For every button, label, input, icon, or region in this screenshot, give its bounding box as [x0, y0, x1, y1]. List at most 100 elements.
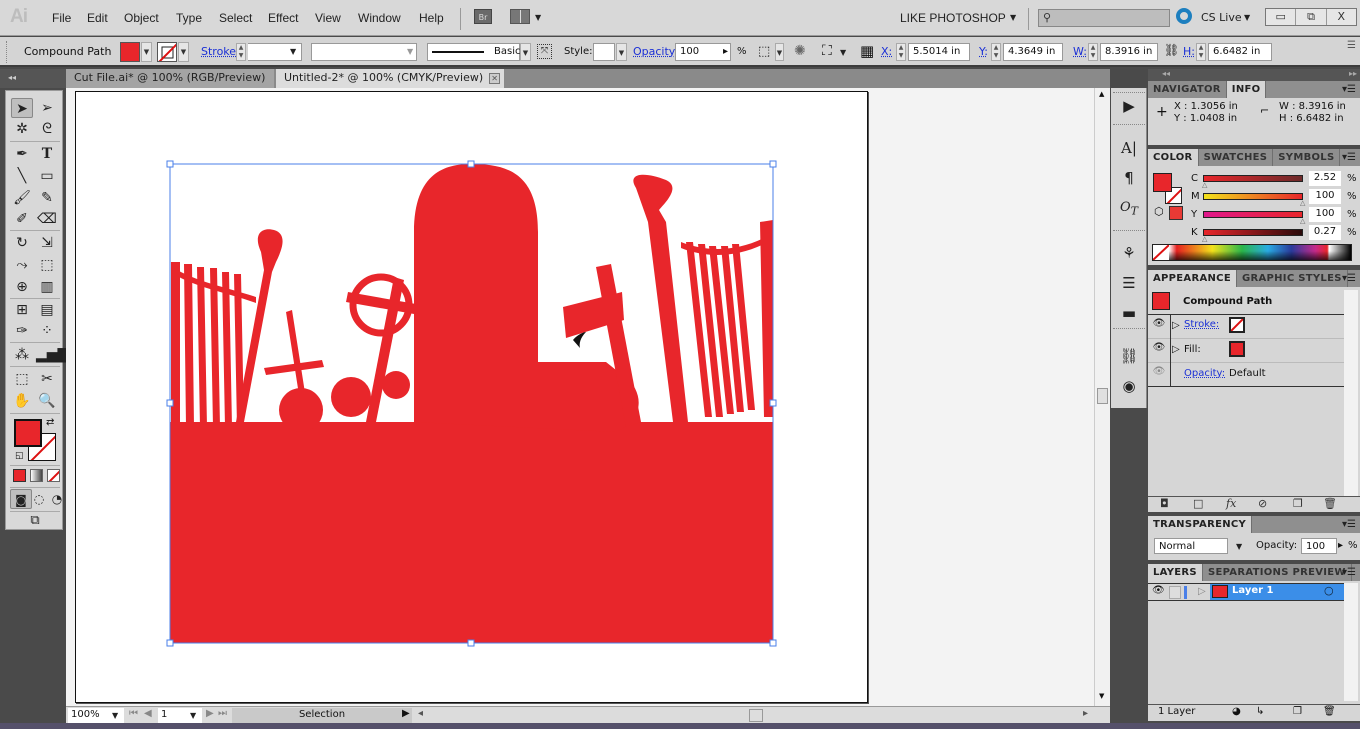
transparency-opacity-arrow-icon[interactable]: ▸	[1338, 540, 1343, 551]
screen-mode-icon[interactable]: ⧉	[24, 511, 46, 531]
first-artboard-icon[interactable]: ⏮	[129, 708, 138, 719]
paragraph-panel-icon[interactable]: ¶	[1119, 168, 1139, 188]
add-new-fill-icon[interactable]: □	[1193, 497, 1203, 510]
line-tool-icon[interactable]: ╲	[11, 166, 33, 186]
pen-tool-icon[interactable]: ✒	[11, 144, 33, 164]
appearance-opacity-link[interactable]: Opacity:	[1184, 368, 1225, 379]
minimize-button[interactable]: ▭	[1266, 9, 1297, 25]
symbol-sprayer-tool-icon[interactable]: ⁂	[11, 345, 33, 365]
fill-visibility-eye-icon[interactable]: 👁	[1152, 342, 1166, 360]
out-of-web-gamut-icon[interactable]: ⬡	[1154, 205, 1164, 218]
color-mode-icon[interactable]	[13, 469, 26, 482]
stroke-weight-spinner[interactable]: ▲ ▼	[236, 43, 246, 61]
blend-tool-icon[interactable]: ⁘	[36, 321, 58, 341]
stroke-visibility-eye-icon[interactable]: 👁	[1152, 318, 1166, 336]
fill-dropdown-icon[interactable]: ▼	[141, 42, 152, 62]
cs-live-icon[interactable]	[1176, 8, 1192, 24]
fill-swatch[interactable]	[120, 42, 140, 62]
control-panel-menu-icon[interactable]: ☰	[1347, 40, 1356, 51]
status-current-tool[interactable]: Selection	[232, 708, 412, 723]
type-tool-icon[interactable]: T	[36, 144, 58, 164]
perspective-grid-tool-icon[interactable]: ▥	[36, 277, 58, 297]
channel-k-thumb[interactable]: △	[1202, 235, 1207, 243]
channel-y-field[interactable]: 100	[1309, 207, 1341, 222]
delete-layer-icon[interactable]: 🗑	[1323, 706, 1336, 717]
appearance-stroke-link[interactable]: Stroke:	[1184, 319, 1219, 330]
brush-definition[interactable]: Basic	[427, 43, 520, 61]
style-dropdown-icon[interactable]: ▼	[616, 43, 627, 61]
paintbrush-tool-icon[interactable]: 🖌	[11, 188, 33, 208]
rectangle-tool-icon[interactable]: ▭	[36, 166, 58, 186]
arrange-documents-button[interactable]	[510, 9, 530, 24]
brushes-panel-icon[interactable]: ⚘	[1119, 243, 1139, 263]
stroke-swatch[interactable]	[157, 42, 177, 62]
stroke-expand-icon[interactable]: ▷	[1172, 320, 1180, 331]
free-transform-tool-icon[interactable]: ⬚	[36, 255, 58, 275]
add-new-effect-icon[interactable]: fx	[1226, 497, 1236, 510]
direct-selection-tool-icon[interactable]: ➢	[36, 98, 58, 118]
brush-dropdown-icon[interactable]: ▼	[520, 43, 531, 61]
transparency-opacity-field[interactable]: 100	[1301, 538, 1337, 554]
swap-fill-stroke-icon[interactable]: ⇄	[46, 417, 54, 428]
appearance-stroke-swatch[interactable]	[1229, 317, 1245, 333]
appearance-scrollbar[interactable]	[1344, 290, 1358, 496]
stroke-dropdown-icon[interactable]: ▼	[178, 42, 189, 62]
layer-highlight[interactable]: Layer 1 ○	[1210, 584, 1344, 600]
tab-graphic-styles[interactable]: GRAPHIC STYLES	[1236, 270, 1348, 287]
rotate-tool-icon[interactable]: ↻	[11, 233, 33, 253]
panel-dock-collapse-icon[interactable]: ◂◂ ▸▸	[1148, 69, 1360, 81]
w-field[interactable]: 8.3916 in	[1100, 43, 1158, 61]
tab-cut-file[interactable]: Cut File.ai* @ 100% (RGB/Preview)✕	[66, 69, 274, 102]
actions-panel-icon[interactable]: ▶	[1119, 96, 1139, 116]
layer-visibility-eye-icon[interactable]: 👁	[1152, 585, 1165, 596]
opacity-arrow-icon[interactable]: ▸	[723, 46, 728, 57]
menu-file[interactable]: File	[52, 11, 71, 25]
appearance-fill-swatch[interactable]	[1229, 341, 1245, 357]
tab-layers[interactable]: LAYERS	[1148, 564, 1203, 581]
add-new-stroke-icon[interactable]: ◘	[1160, 497, 1169, 510]
magic-wand-tool-icon[interactable]: ✲	[11, 119, 33, 139]
links-panel-icon[interactable]: ⛓	[1119, 346, 1139, 366]
web-safe-swatch[interactable]	[1169, 206, 1183, 220]
tab-swatches[interactable]: SWATCHES	[1198, 149, 1274, 166]
zoom-dropdown-icon[interactable]: ▼	[112, 711, 118, 720]
panel-menu-icon[interactable]: ▾☰	[1342, 81, 1356, 98]
y-label[interactable]: Y:	[979, 45, 988, 58]
close-tab-icon[interactable]: ✕	[489, 73, 501, 84]
channel-k-field[interactable]: 0.27	[1309, 225, 1341, 240]
channel-c-slider[interactable]	[1203, 175, 1303, 182]
opacity-visibility-eye-icon[interactable]: 👁	[1152, 366, 1166, 384]
next-artboard-icon[interactable]: ▶	[206, 708, 214, 719]
panel-menu-icon[interactable]: ▾☰	[1342, 270, 1356, 287]
h-field[interactable]: 6.6482 in	[1208, 43, 1272, 61]
help-search-input[interactable]: ⚲	[1038, 9, 1170, 27]
panel-menu-icon[interactable]: ▾☰	[1342, 564, 1356, 581]
status-menu-arrow-icon[interactable]: ▶	[402, 708, 410, 719]
stroke-panel-icon[interactable]: ☰	[1119, 273, 1139, 293]
menu-object[interactable]: Object	[124, 11, 159, 25]
column-graph-tool-icon[interactable]: ▂▅▇	[36, 345, 68, 365]
channel-k-slider[interactable]	[1203, 229, 1303, 236]
shape-builder-tool-icon[interactable]: ⊕	[11, 277, 33, 297]
layer-lock-toggle[interactable]	[1169, 586, 1181, 599]
make-clipping-mask-icon[interactable]: ◕	[1232, 706, 1241, 717]
scroll-left-icon[interactable]: ◂	[418, 708, 423, 719]
channel-y-thumb[interactable]: △	[1300, 217, 1305, 225]
scale-tool-icon[interactable]: ⇲	[36, 233, 58, 253]
select-similar-dropdown-icon[interactable]: ▼	[775, 43, 784, 61]
hand-tool-icon[interactable]: ✋	[11, 391, 33, 411]
image-trace-panel-icon[interactable]: ◉	[1119, 376, 1139, 396]
bridge-button[interactable]: Br	[474, 9, 492, 24]
lasso-tool-icon[interactable]: ᘓ	[36, 119, 58, 139]
tab-separations-preview[interactable]: SEPARATIONS PREVIEW	[1202, 564, 1352, 581]
isolate-dropdown-icon[interactable]: ▼	[840, 48, 846, 57]
eyedropper-tool-icon[interactable]: ✑	[11, 321, 33, 341]
layers-scrollbar[interactable]	[1344, 583, 1358, 701]
eraser-tool-icon[interactable]: ⌫	[36, 209, 58, 229]
channel-m-slider[interactable]	[1203, 193, 1303, 200]
channel-c-field[interactable]: 2.52	[1309, 171, 1341, 186]
scroll-right-icon[interactable]: ▸	[1083, 708, 1088, 719]
panel-menu-icon[interactable]: ▾☰	[1342, 516, 1356, 533]
w-spinner[interactable]: ▲ ▼	[1088, 43, 1098, 61]
tab-color[interactable]: COLOR	[1148, 149, 1199, 166]
